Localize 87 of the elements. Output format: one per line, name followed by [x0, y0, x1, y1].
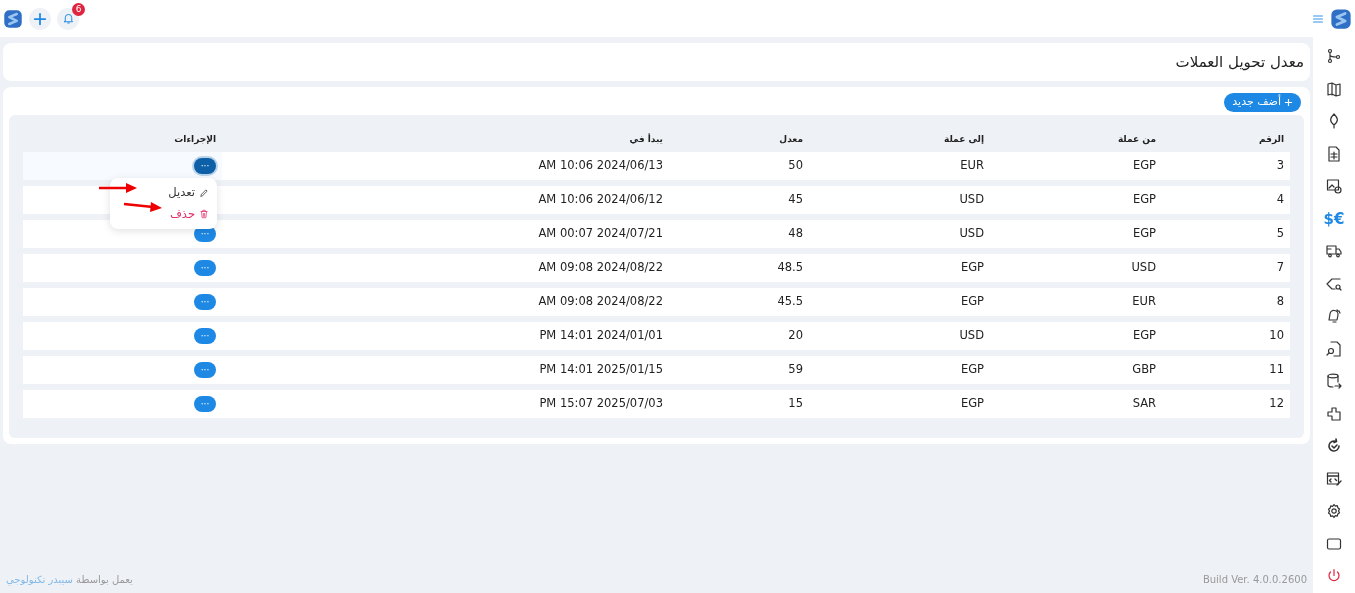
table-cell: EUR — [990, 288, 1162, 316]
build-version: Build Ver. 4.0.0.2600 — [1202, 573, 1307, 587]
menu-item[interactable]: حذف — [118, 203, 209, 225]
table-cell: AM 00:07 2024/07/21 — [222, 220, 669, 248]
actions-button[interactable]: ··· — [194, 158, 216, 175]
table-cell: 50 — [669, 152, 809, 180]
table-cell: 10 — [1162, 322, 1290, 350]
annotation-arrow — [98, 183, 138, 194]
document-icon — [1326, 145, 1342, 162]
table-cell: AM 10:06 2024/06/12 — [222, 186, 669, 214]
table-cell: USD — [809, 186, 990, 214]
menu-icon — [1312, 12, 1324, 25]
plus-icon — [1284, 97, 1293, 107]
table-cell: AM 09:08 2024/08/22 — [222, 288, 669, 316]
table-cell: EGP — [809, 288, 990, 316]
branch-icon — [1326, 48, 1342, 65]
notifications-button[interactable] — [57, 7, 79, 30]
table-cell: USD — [809, 220, 990, 248]
page-title: معدل تحويل العملات — [1175, 51, 1304, 73]
table-cell: EGP — [990, 152, 1162, 180]
settings-icon — [1326, 503, 1342, 520]
company-link[interactable]: سيبدر تكنولوجي — [6, 574, 73, 585]
table-cell: PM 15:07 2025/07/03 — [222, 390, 669, 418]
table-cell: EGP — [990, 322, 1162, 350]
table-cell: AM 10:06 2024/06/13 — [222, 152, 669, 180]
trash-icon — [199, 209, 209, 220]
table-cell: USD — [990, 254, 1162, 282]
puzzle-icon — [1326, 405, 1342, 422]
bell-icon — [1326, 308, 1342, 325]
logo-icon — [3, 8, 23, 29]
table-cell: 48 — [669, 220, 809, 248]
column-header: معدل — [778, 132, 804, 146]
file-search-icon — [1326, 340, 1342, 357]
table-cell: USD — [809, 322, 990, 350]
column-header: من عملة — [1116, 132, 1157, 146]
actions-button[interactable]: ··· — [194, 362, 216, 379]
table-cell: 45 — [669, 186, 809, 214]
actions-button[interactable]: ··· — [194, 328, 216, 345]
table-cell: EGP — [809, 356, 990, 384]
database-icon — [1326, 373, 1342, 390]
table-cell: 4 — [1162, 186, 1290, 214]
column-header: إلى عملة — [942, 132, 985, 146]
table-cell: EGP — [990, 186, 1162, 214]
table-cell: 12 — [1162, 390, 1290, 418]
powered-by-text: يعمل بواسطة سيبدر تكنولوجي — [6, 573, 133, 587]
logo-icon — [1330, 7, 1352, 30]
actions-button[interactable]: ··· — [194, 396, 216, 413]
add-new-button[interactable]: أضف جديد — [1224, 93, 1301, 112]
actions-button[interactable]: ··· — [194, 294, 216, 311]
table-cell: EGP — [809, 254, 990, 282]
table-cell: GBP — [990, 356, 1162, 384]
table-cell: AM 09:08 2024/08/22 — [222, 254, 669, 282]
table-cell: SAR — [990, 390, 1162, 418]
table-cell: 59 — [669, 356, 809, 384]
truck-icon — [1326, 243, 1342, 260]
table-cell: PM 14:01 2024/01/01 — [222, 322, 669, 350]
table-cell: 48.5 — [669, 254, 809, 282]
table-cell: 7 — [1162, 254, 1290, 282]
plus-icon — [33, 11, 47, 26]
table-cell: EUR — [809, 152, 990, 180]
annotation-arrow — [123, 201, 163, 214]
bell-icon — [61, 12, 75, 25]
actions-button[interactable]: ··· — [194, 260, 216, 277]
table-cell: 5 — [1162, 220, 1290, 248]
menu-item[interactable]: تعديل — [118, 182, 209, 204]
table-cell: 15 — [669, 390, 809, 418]
table-cell: PM 14:01 2025/01/15 — [222, 356, 669, 384]
table-cell: EGP — [990, 220, 1162, 248]
column-header: الإجراءات — [173, 132, 217, 146]
pencil-icon — [199, 188, 209, 198]
map-icon — [1326, 80, 1342, 97]
sidebar-item[interactable]: $€ — [1313, 202, 1355, 235]
column-header: يبدأ في — [628, 132, 664, 146]
refresh-check-icon — [1326, 438, 1342, 455]
add-button[interactable] — [29, 7, 51, 30]
table-cell: 11 — [1162, 356, 1290, 384]
table-cell: EGP — [809, 390, 990, 418]
image-settings-icon — [1326, 178, 1342, 195]
notification-badge: 6 — [72, 2, 85, 16]
column-header: الرقم — [1258, 132, 1285, 146]
table-cell: 45.5 — [669, 288, 809, 316]
tag-search-icon — [1326, 275, 1342, 292]
code-edit-icon — [1326, 470, 1342, 487]
table-cell: 3 — [1162, 152, 1290, 180]
rectangle-icon — [1326, 535, 1342, 552]
table-cell: 8 — [1162, 288, 1290, 316]
table-cell: 20 — [669, 322, 809, 350]
